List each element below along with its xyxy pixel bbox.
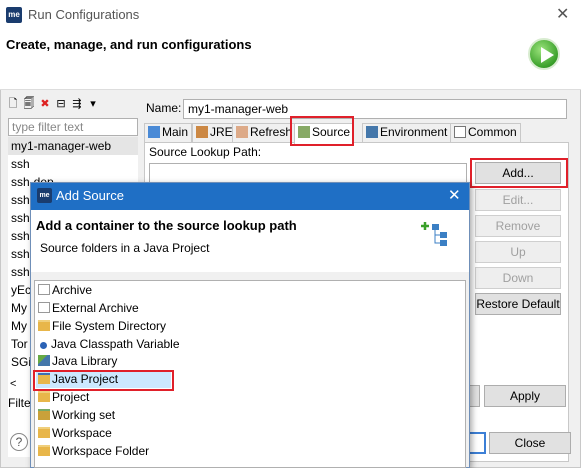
help-icon[interactable]: ? [10,433,28,451]
list-item-external-archive[interactable]: External Archive [38,300,139,317]
name-input[interactable]: my1-manager-web [183,99,567,119]
list-item-archive[interactable]: Archive [38,282,92,299]
list-item-working-set[interactable]: Working set [38,407,115,424]
highlight-source-tab [290,116,354,146]
list-item-label: File System Directory [52,319,167,333]
list-item-label: External Archive [52,301,139,315]
list-item-label: Java Library [52,354,118,368]
apply-button[interactable]: Apply [484,385,566,407]
dialog-subheading: Source folders in a Java Project [40,241,210,255]
highlight-add-button [470,158,568,188]
list-item-file-system-directory[interactable]: File System Directory [38,318,166,335]
dialog-title: Add Source [56,188,124,203]
tab-label: Main [162,125,189,139]
list-item-label: Working set [52,408,116,422]
tab-label: JRE [210,125,233,139]
tree-item[interactable]: ssh [8,155,138,173]
workspace-folder-icon [38,445,50,456]
tab-label: Environment [380,125,448,139]
close-icon[interactable]: ✕ [556,4,569,24]
close-button[interactable]: Close [489,432,571,454]
tab-jre[interactable]: JRE [192,123,237,142]
tab-label: Refresh [250,125,293,139]
tab-label: Common [468,125,517,139]
external-archive-icon [38,302,50,313]
common-tab-icon [454,126,466,138]
refresh-tab-icon [236,126,248,138]
list-item-label: Project [52,390,90,404]
list-item-project[interactable]: Project [38,389,89,406]
header-title: Create, manage, and run configurations [6,37,252,52]
list-item-label: Java Classpath Variable [51,337,180,351]
name-label: Name: [146,101,182,115]
tab-strip: Main JRE Refresh Source Environment Comm… [144,123,569,144]
run-icon [528,38,560,70]
variable-icon [40,342,47,349]
list-item-workspace-folder[interactable]: Workspace Folder [38,443,149,460]
jre-tab-icon [196,126,208,138]
left-toolbar: 🗋 🗐 ✖ ⊟ ⇶ ▾ [6,96,140,116]
restore-default-button[interactable]: Restore Default [475,293,561,315]
source-lookup-label: Source Lookup Path: [149,145,262,159]
filter-footer-label: Filte [8,396,31,410]
dialog-heading: Add a container to the source lookup pat… [36,218,297,233]
chevron-down-icon[interactable]: ▾ [86,97,100,111]
list-item-workspace[interactable]: Workspace [38,425,112,442]
tab-main[interactable]: Main [144,123,193,142]
collapse-icon[interactable]: ⊟ [54,97,68,111]
list-item-label: Archive [52,283,93,297]
highlight-java-project [33,370,174,391]
eclipse-app-icon: me [6,7,22,23]
library-icon [38,355,50,366]
workspace-icon [38,427,50,438]
tab-common[interactable]: Common [450,123,521,142]
up-button[interactable]: Up [475,241,561,263]
delete-icon[interactable]: ✖ [38,97,52,111]
folder-icon [38,320,50,331]
scroll-left-icon[interactable]: < [10,378,16,390]
dialog-app-icon: me [37,188,52,203]
list-item-label: Workspace Folder [52,444,150,458]
project-icon [38,391,50,402]
filter-input[interactable]: type filter text [8,118,138,136]
edit-button[interactable]: Edit... [475,189,561,211]
working-set-icon [38,409,50,420]
duplicate-icon[interactable]: 🗐 [22,97,36,111]
environment-tab-icon [366,126,378,138]
add-container-icon [421,222,447,246]
remove-button[interactable]: Remove [475,215,561,237]
dialog-close-icon[interactable]: ✕ [448,186,461,204]
new-config-icon[interactable]: 🗋 [6,97,20,111]
tab-refresh[interactable]: Refresh [232,123,297,142]
list-item-label: Workspace [52,426,112,440]
archive-icon [38,284,50,295]
filter-icon[interactable]: ⇶ [70,97,84,111]
tab-environment[interactable]: Environment [362,123,452,142]
list-item-java-classpath-variable[interactable]: Java Classpath Variable [38,336,180,353]
tree-item-my1-manager-web[interactable]: my1-manager-web [8,137,138,155]
down-button[interactable]: Down [475,267,561,289]
window-title: Run Configurations [28,7,140,22]
list-item-java-library[interactable]: Java Library [38,353,117,370]
main-tab-icon [148,126,160,138]
